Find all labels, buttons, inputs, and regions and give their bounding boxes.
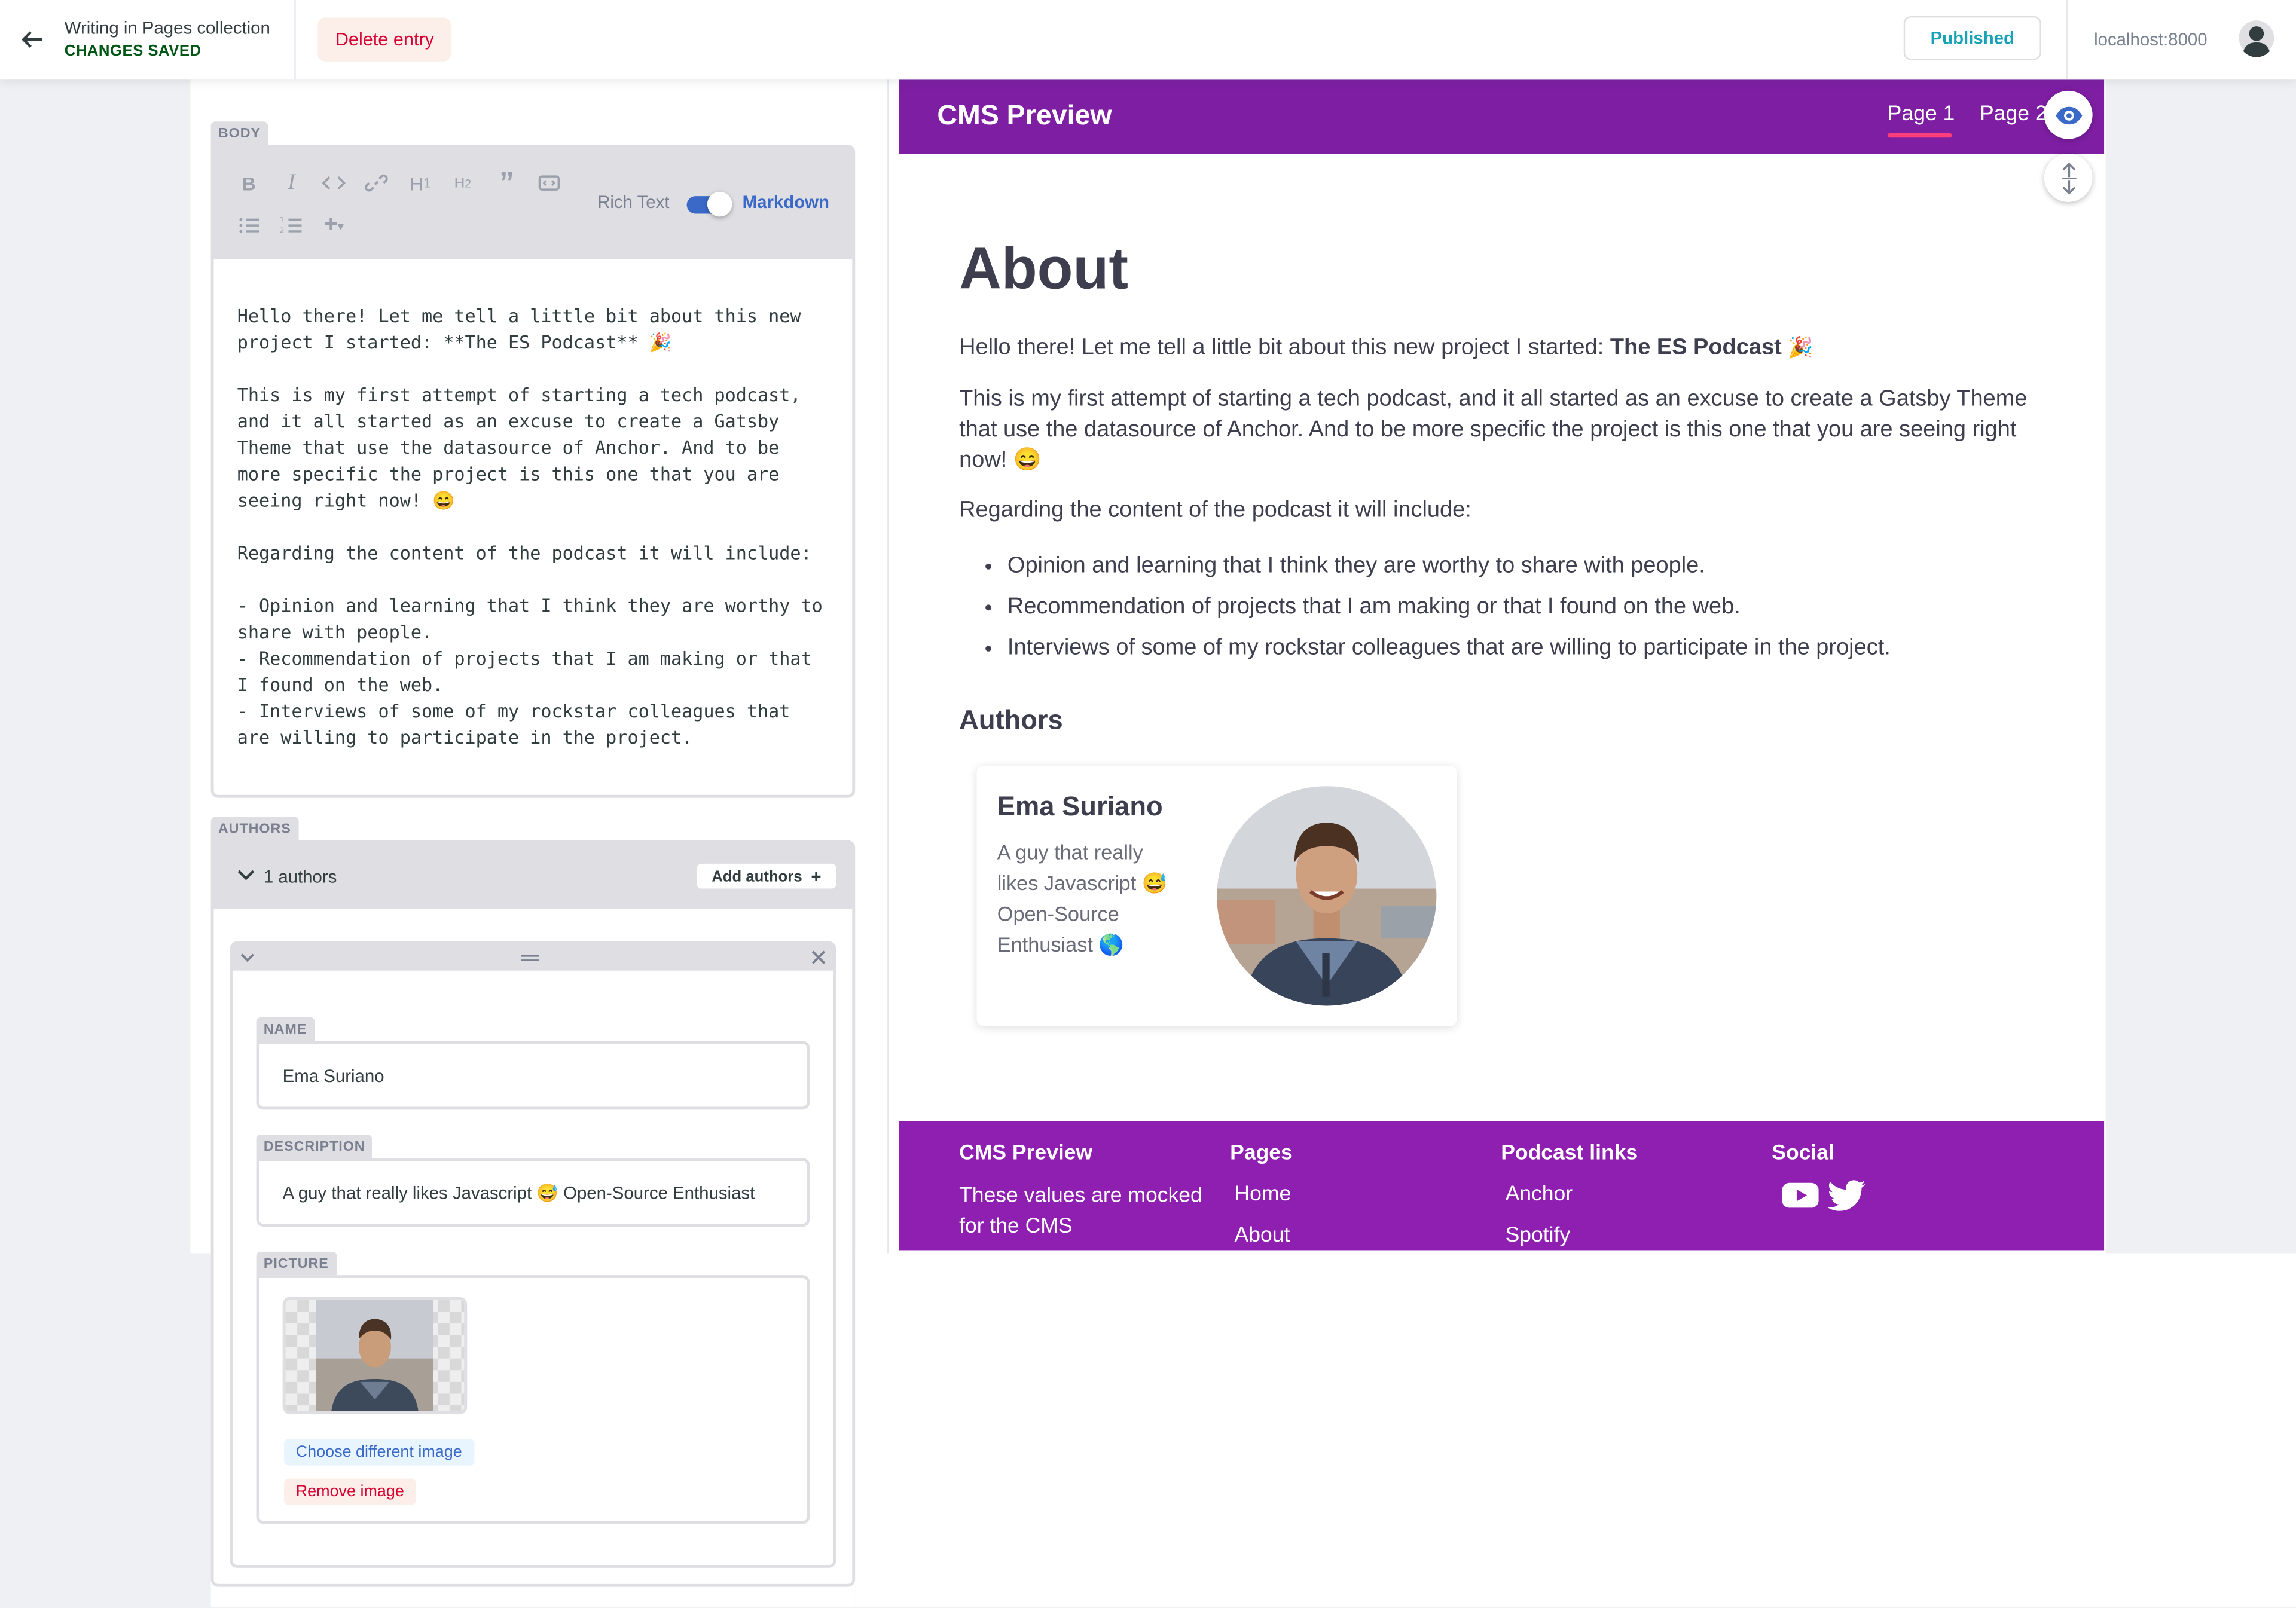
paragraph-2: This is my first attempt of starting a t… [959,386,2028,473]
quote-icon[interactable]: ” [489,166,524,201]
drag-handle-icon[interactable] [521,955,539,962]
publish-status-button[interactable]: Published [1903,16,2041,60]
add-authors-button[interactable]: Add authors + [697,863,836,889]
youtube-icon[interactable] [1782,1180,1819,1209]
remove-image-button[interactable]: Remove image [284,1478,416,1505]
author-card: Ema Suriano A guy that really likes Java… [976,765,1457,1026]
authors-list-widget: 1 authors Add authors + NAME Ema Suriano… [210,840,856,1587]
picture-field-label: PICTURE [256,1251,337,1276]
authors-count: 1 authors [263,866,337,888]
description-field-label: DESCRIPTION [256,1134,373,1158]
rich-text-label: Rich Text [597,191,670,213]
footer-social-title: Social [1772,1142,1834,1166]
picture-thumbnail [282,1297,468,1414]
add-authors-label: Add authors [712,867,802,885]
active-nav-underline [1887,133,1952,138]
author-item: NAME Ema Suriano DESCRIPTION A guy that … [230,941,836,1568]
editor-topbar: Writing in Pages collection CHANGES SAVE… [0,0,2296,80]
intro-paragraph: Hello there! Let me tell a little bit ab… [959,332,2028,365]
picture-field: Choose different image Remove image [256,1275,810,1524]
intro-bold: The ES Podcast [1610,335,1782,360]
italic-icon[interactable]: I [274,166,309,201]
user-avatar-icon[interactable] [2237,19,2276,57]
twitter-icon[interactable] [1827,1180,1866,1212]
save-status: CHANGES SAVED [64,42,201,60]
markdown-label: Markdown [742,191,829,213]
delete-entry-button[interactable]: Delete entry [317,17,452,62]
collection-title: Writing in Pages collection [64,17,270,38]
author-name: Ema Suriano [997,790,1163,821]
add-component-icon[interactable]: + ▾ [316,208,352,243]
code-icon[interactable] [316,166,352,201]
plus-icon: + [811,866,822,886]
topbar-divider [2066,0,2068,80]
numbered-list-icon[interactable]: 12 [274,208,309,243]
nav-link-page-2[interactable]: Page 2 [1980,102,2047,126]
body-markdown-editor: B I H1 H2 ” 12 + ▾ Rich Text Markdown He… [210,145,856,798]
bold-icon[interactable]: B [231,166,267,201]
toggle-preview-eye-icon[interactable] [2044,90,2093,139]
topbar-divider [294,0,296,80]
author-photo [1217,786,1437,1006]
author-photo-thumbnail [316,1300,433,1411]
name-field-label: NAME [256,1017,315,1041]
code-block-icon[interactable] [532,166,567,201]
footer-link-home[interactable]: Home [1235,1183,1292,1206]
authors-list-header: 1 authors Add authors + [213,843,853,909]
site-url-link[interactable]: localhost:8000 [2094,29,2208,50]
site-brand[interactable]: CMS Preview [937,101,1112,133]
preview-page: CMS Preview Page 1 Page 2 About Hello th… [899,79,2105,1251]
close-icon[interactable] [808,947,829,968]
party-emoji: 🎉 [1788,337,1813,360]
heading-one-icon[interactable]: H1 [402,166,438,201]
body-field-label: BODY [210,121,268,146]
list-item: Recommendation of projects that I am mak… [1007,587,1891,628]
preview-site-header: CMS Preview Page 1 Page 2 [899,79,2105,154]
nav-link-page-1[interactable]: Page 1 [1888,102,1955,126]
markdown-textarea[interactable]: Hello there! Let me tell a little bit ab… [237,303,838,751]
sync-scroll-icon[interactable] [2044,154,2093,202]
footer-brand: CMS Preview [959,1142,1093,1166]
footer-pages-title: Pages [1230,1142,1293,1166]
preview-pane-below [855,1253,2296,1608]
author-description: A guy that really likes Javascript 😅 Ope… [997,840,1168,956]
list-item: Opinion and learning that I think they a… [1007,546,1891,587]
back-arrow-icon[interactable] [0,0,65,79]
svg-text:1: 1 [280,216,285,224]
footer-brand-text: These values are mocked for the CMS [959,1184,1202,1239]
preview-site-footer: CMS Preview These values are mocked for … [899,1121,2105,1251]
description-field[interactable]: A guy that really likes Javascript 😅 Ope… [256,1158,810,1227]
collapse-chevron-icon[interactable] [234,864,258,887]
authors-field-label: AUTHORS [210,817,299,842]
author-item-bar [233,944,833,971]
markdown-mode-toggle[interactable] [686,191,732,217]
list-item: Interviews of some of my rockstar collea… [1007,628,1891,670]
footer-link-about[interactable]: About [1235,1224,1290,1247]
footer-link-anchor[interactable]: Anchor [1506,1183,1573,1206]
intro-text: Hello there! Let me tell a little bit ab… [959,335,1610,360]
bulleted-list-icon[interactable] [231,208,267,243]
collection-info: Writing in Pages collection CHANGES SAVE… [65,17,270,60]
footer-podcast-title: Podcast links [1501,1142,1638,1166]
link-icon[interactable] [359,166,394,201]
choose-image-button[interactable]: Choose different image [284,1439,474,1466]
heading-two-icon[interactable]: H2 [445,166,480,201]
footer-link-spotify[interactable]: Spotify [1506,1224,1571,1247]
paragraph-3: Regarding the content of the podcast it … [959,497,1471,523]
name-field[interactable]: Ema Suriano [256,1041,810,1110]
content-list: Opinion and learning that I think they a… [959,546,1891,669]
authors-heading: Authors [959,704,1063,735]
page-title: About [959,237,1128,302]
collapse-chevron-icon[interactable] [237,947,258,968]
svg-text:2: 2 [280,226,285,234]
markdown-toolbar: B I H1 H2 ” 12 + ▾ Rich Text Markdown [213,148,853,259]
